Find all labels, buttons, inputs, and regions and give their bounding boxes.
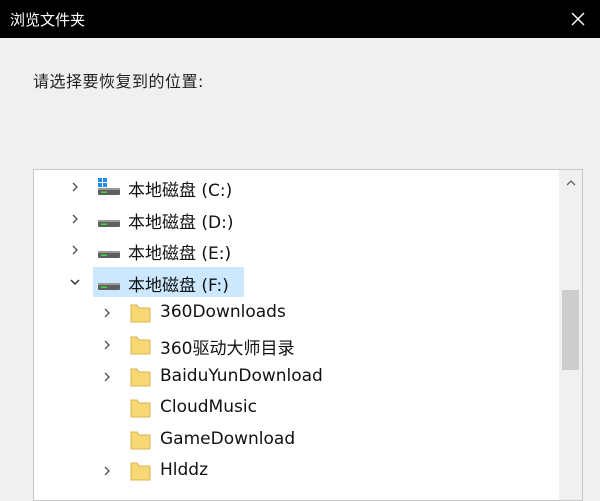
tree-item[interactable]: 本地磁盘 (D:) [34,203,554,235]
tree-item-icon [128,333,154,357]
tree-item-icon [96,175,122,199]
expand-toggle[interactable] [96,361,118,393]
scroll-up-button[interactable] [559,170,582,196]
tree-item-label: 本地磁盘 (E:) [128,244,232,265]
drive-icon [98,251,120,259]
chevron-right-icon [72,245,78,255]
close-button[interactable] [556,0,600,38]
tree-item-icon [96,207,122,231]
chevron-right-icon [72,182,78,192]
tree-item-label: Hlddz [160,460,209,481]
drive-icon [98,219,120,227]
tree-item-icon [128,301,154,325]
tree-item-label: 360驱动大师目录 [160,339,295,359]
tree-item-label: 本地磁盘 (D:) [128,212,234,233]
chevron-right-icon [104,372,110,382]
folder-icon [130,431,151,450]
tree-item[interactable]: 本地磁盘 (F:) [34,266,554,298]
tree-item[interactable]: GameDownload [34,424,554,456]
expand-toggle[interactable] [64,234,86,266]
tree-item-label: 本地磁盘 (C:) [128,181,233,201]
collapse-toggle[interactable] [64,266,86,298]
tree-item-icon [128,365,154,389]
window-title: 浏览文件夹 [10,11,86,29]
tree-item-icon [128,428,154,452]
tree-item[interactable]: 本地磁盘 (C:) [34,171,554,203]
tree-item[interactable]: 360驱动大师目录 [34,329,554,361]
tree-item[interactable]: BaiduYunDownload [34,361,554,393]
expand-toggle[interactable] [64,203,86,235]
chevron-right-icon [104,340,110,350]
tree-item-label: 本地磁盘 (F:) [128,275,229,296]
tree-item-icon [128,396,154,420]
tree-item-icon [128,459,154,483]
tree-item[interactable]: 360Downloads [34,297,554,329]
tree-item-label: 360Downloads [160,302,286,323]
folder-icon [130,304,151,323]
tree-item-icon [96,238,122,262]
expand-toggle[interactable] [96,329,118,361]
tree-item-icon [96,270,122,294]
close-icon [571,12,585,26]
expand-toggle[interactable] [64,171,86,203]
expand-toggle[interactable] [96,297,118,329]
folder-icon [130,462,151,481]
tree-item-label: BaiduYunDownload [160,365,323,386]
drive-icon [98,282,120,290]
chevron-right-icon [104,308,110,318]
expand-toggle[interactable] [96,455,118,487]
title-bar: 浏览文件夹 [0,0,600,38]
vertical-scrollbar[interactable] [559,170,582,500]
scroll-up-arrow-icon [566,180,575,186]
scrollbar-thumb[interactable] [562,290,579,370]
folder-icon [130,399,151,418]
tree-item-label: CloudMusic [160,397,257,418]
tree-item[interactable]: CloudMusic [34,392,554,424]
chevron-right-icon [72,214,78,224]
tree-item[interactable]: 本地磁盘 (E:) [34,234,554,266]
tree-item-label: GameDownload [160,428,296,449]
folder-icon [130,336,151,355]
folder-icon [130,368,151,387]
dialog-prompt: 请选择要恢复到的位置: [33,72,204,91]
chevron-down-icon [70,279,80,285]
folder-tree[interactable]: 本地磁盘 (C:) 本地磁盘 (D:) 本地磁盘 (E:) 本地磁盘 (F:) 360D… [33,169,583,501]
chevron-right-icon [104,466,110,476]
system-drive-icon [98,178,120,195]
tree-item[interactable]: Hlddz [34,455,554,487]
